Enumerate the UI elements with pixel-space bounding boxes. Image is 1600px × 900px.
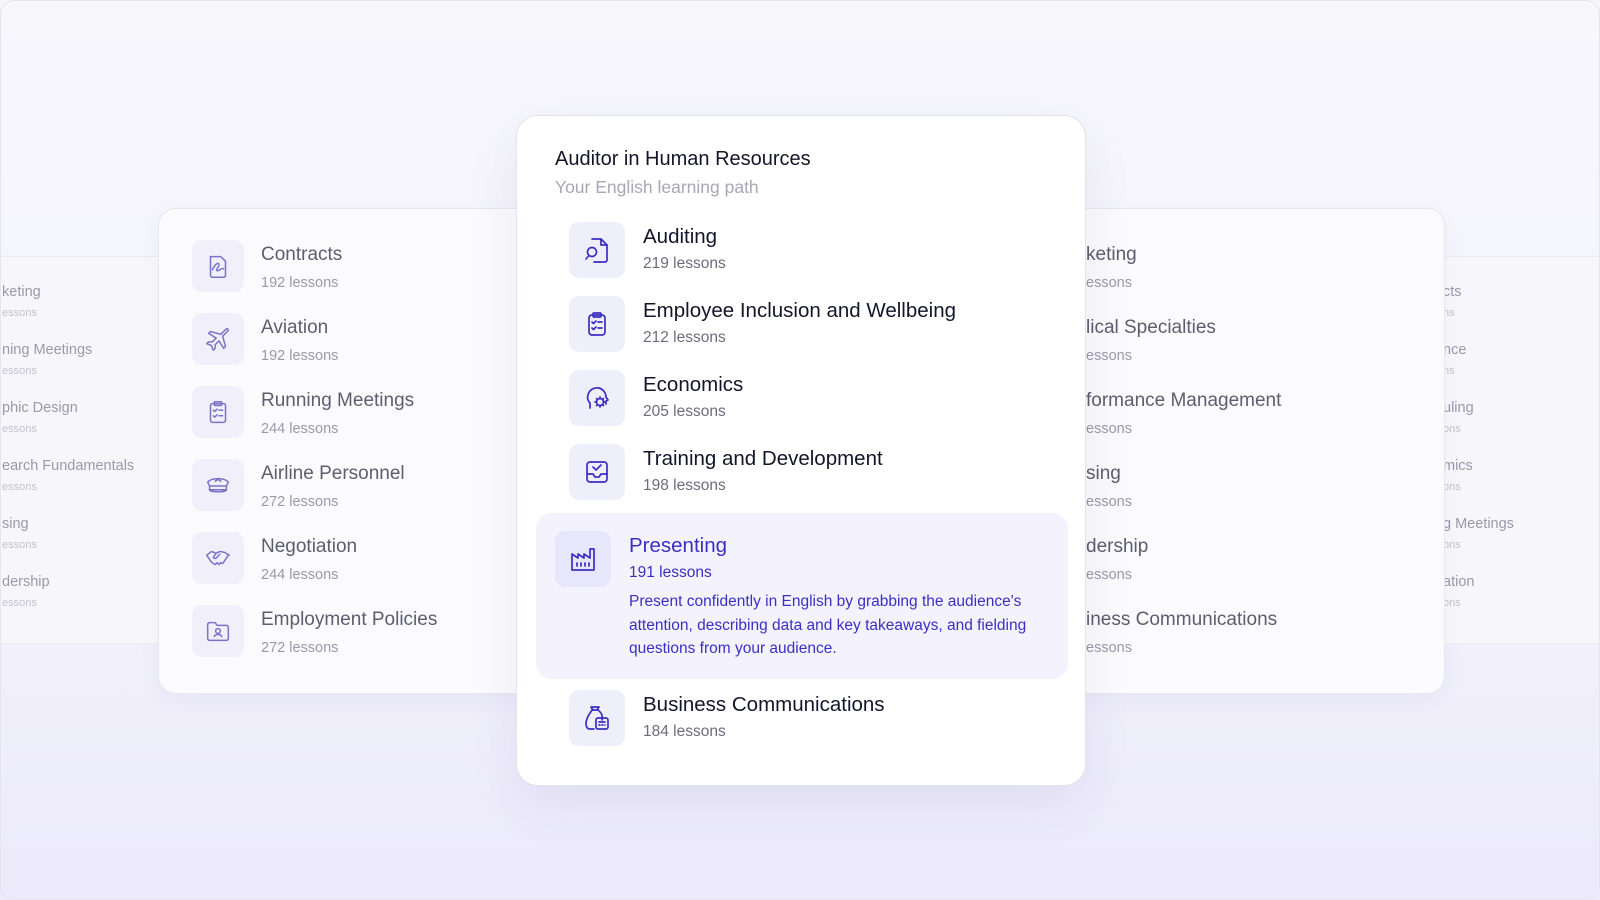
course-item-airline-personnel[interactable]: Airline Personnel 272 lessons: [192, 459, 405, 512]
course-item-contracts[interactable]: Contracts 192 lessons: [192, 240, 342, 293]
list-item[interactable]: sing essons: [1086, 459, 1132, 512]
head-gear-icon: [569, 370, 625, 426]
learning-path-card-left: Contracts 192 lessons Aviation 192 lessons…: [158, 208, 538, 694]
background-list-right: cts ns nce ns uling ons mics ons g Meetings o…: [1421, 256, 1599, 644]
list-item[interactable]: uling ons: [1443, 399, 1474, 437]
list-item[interactable]: g Meetings ons: [1443, 515, 1514, 553]
learning-path-card-main: Auditor in Human Resources Your English …: [516, 115, 1086, 786]
course-item-employment-policies[interactable]: Employment Policies 272 lessons: [192, 605, 437, 658]
pilot-cap-icon: [192, 459, 244, 511]
list-item[interactable]: earch Fundamentals essons: [2, 457, 134, 495]
airplane-icon: [192, 313, 244, 365]
course-item-presenting-selected[interactable]: Presenting 191 lessons Present confident…: [536, 513, 1068, 679]
document-search-icon: [569, 222, 625, 278]
page-subtitle: Your English learning path: [555, 177, 759, 197]
course-item-aviation[interactable]: Aviation 192 lessons: [192, 313, 338, 366]
list-item[interactable]: sing essons: [2, 515, 37, 553]
clipboard-check-icon: [569, 296, 625, 352]
list-item[interactable]: ning Meetings essons: [2, 341, 92, 379]
handshake-icon: [192, 532, 244, 584]
course-item-employee-inclusion[interactable]: Employee Inclusion and Wellbeing 212 less…: [569, 296, 1039, 352]
list-item[interactable]: cts ns: [1443, 283, 1462, 321]
list-item[interactable]: ation ons: [1443, 573, 1474, 611]
course-description: Present confidently in English by grabbi…: [629, 593, 1027, 657]
course-item-auditing[interactable]: Auditing 219 lessons: [569, 222, 1039, 278]
list-item[interactable]: keting essons: [1086, 240, 1137, 293]
learning-path-card-right: keting essons lical Specialties essons for…: [1061, 208, 1445, 694]
inbox-check-icon: [569, 444, 625, 500]
money-bag-calculator-icon: [569, 690, 625, 746]
app-frame: keting essons ning Meetings essons phic De…: [0, 0, 1600, 900]
course-item-training-development[interactable]: Training and Development 198 lessons: [569, 444, 1039, 500]
list-item[interactable]: dership essons: [2, 573, 50, 611]
background-list-left: keting essons ning Meetings essons phic De…: [1, 256, 181, 644]
list-item[interactable]: lical Specialties essons: [1086, 313, 1216, 366]
course-item-economics[interactable]: Economics 205 lessons: [569, 370, 1039, 426]
list-item[interactable]: nce ns: [1443, 341, 1466, 379]
course-item-negotiation[interactable]: Negotiation 244 lessons: [192, 532, 357, 585]
contract-icon: [192, 240, 244, 292]
list-item[interactable]: keting essons: [2, 283, 41, 321]
factory-icon: [555, 531, 611, 587]
list-item[interactable]: mics ons: [1443, 457, 1473, 495]
course-item-business-communications[interactable]: Business Communications 184 lessons: [569, 690, 1039, 746]
clipboard-list-icon: [192, 386, 244, 438]
folder-user-icon: [192, 605, 244, 657]
course-item-running-meetings[interactable]: Running Meetings 244 lessons: [192, 386, 414, 439]
list-item[interactable]: iness Communications essons: [1086, 605, 1277, 658]
course-title: Presenting: [629, 534, 728, 557]
course-lessons: 191 lessons: [629, 564, 712, 581]
list-item[interactable]: dership essons: [1086, 532, 1148, 585]
page-title: Auditor in Human Resources: [555, 148, 811, 170]
list-item[interactable]: phic Design essons: [2, 399, 78, 437]
list-item[interactable]: formance Management essons: [1086, 386, 1281, 439]
